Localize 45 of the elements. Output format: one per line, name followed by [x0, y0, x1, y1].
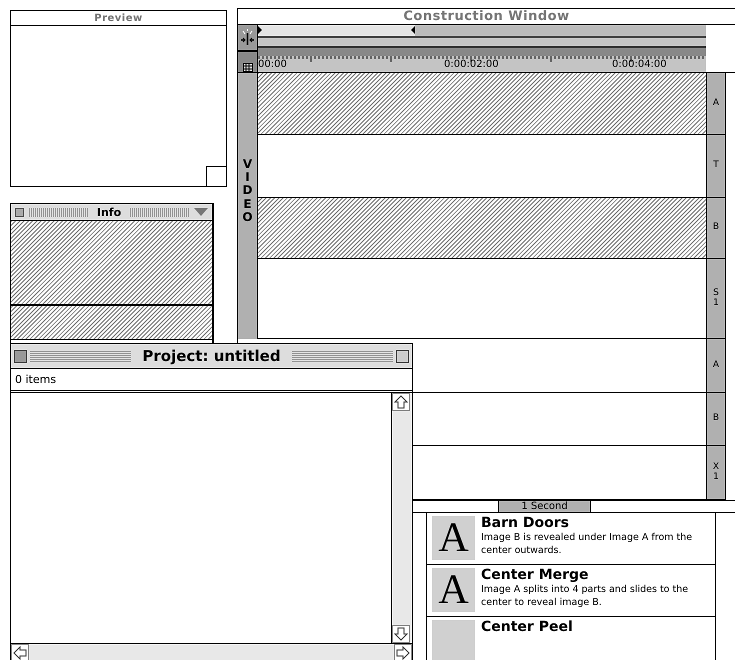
- transition-name: Barn Doors: [481, 516, 570, 531]
- horizontal-scrollbar[interactable]: [11, 643, 412, 660]
- track-label: A: [712, 360, 720, 370]
- time-label: 0:00:02:00: [444, 59, 499, 70]
- scroll-up-arrow[interactable]: [392, 393, 410, 411]
- tool-button[interactable]: [238, 25, 257, 52]
- scroll-right-arrow[interactable]: [394, 644, 412, 660]
- zoom-slider[interactable]: [258, 25, 706, 38]
- zoom-box[interactable]: [396, 350, 409, 362]
- track-label: A: [712, 98, 720, 108]
- window-title: Info: [96, 206, 122, 218]
- time-label: 0:00:04:00: [612, 59, 667, 70]
- transition-thumbnail: A: [432, 516, 475, 560]
- transition-name: Center Merge: [481, 568, 590, 583]
- window-title: Construction Window: [403, 9, 570, 24]
- scroll-left-arrow[interactable]: [11, 644, 29, 660]
- grid-icon[interactable]: [242, 63, 252, 72]
- handle-icon[interactable]: [410, 26, 415, 34]
- track-label: X1: [712, 462, 720, 482]
- track-group-label: VIDEO: [242, 158, 254, 224]
- transition-item[interactable]: A Center Merge Image A splits into 4 parts and slides to the center to reveal image B.: [427, 565, 715, 617]
- item-count: 0 items: [15, 373, 56, 386]
- window-title: Project: untitled: [141, 347, 282, 365]
- scroll-down-arrow[interactable]: [392, 625, 410, 643]
- close-box[interactable]: [14, 350, 27, 362]
- resize-box[interactable]: [206, 166, 226, 186]
- transition-item[interactable]: A Barn Doors Image B is revealed under Image A from the center outwards.: [427, 513, 715, 565]
- video-track[interactable]: [258, 73, 706, 135]
- transition-name: Center Peel: [481, 620, 574, 635]
- time-label: 00:00: [258, 59, 287, 70]
- track-label: B: [712, 223, 720, 233]
- time-unit-button[interactable]: 1 Second: [498, 501, 591, 512]
- transition-thumbnail: A: [432, 568, 475, 612]
- transition-description: Image A splits into 4 parts and slides to the center to reveal image B.: [481, 583, 690, 609]
- track-label: T: [712, 161, 720, 171]
- video-track[interactable]: [258, 198, 706, 259]
- vertical-scrollbar[interactable]: [391, 393, 412, 643]
- transition-item[interactable]: Center Peel: [427, 617, 715, 660]
- track-label: S1: [712, 288, 720, 308]
- close-box[interactable]: [15, 208, 24, 216]
- transition-description: Image B is revealed under Image A from the center outwards.: [481, 531, 694, 557]
- triangle-icon[interactable]: [194, 208, 208, 216]
- window-title: Preview: [94, 12, 143, 24]
- transition-thumbnail: [432, 620, 475, 660]
- track-label: B: [712, 414, 720, 424]
